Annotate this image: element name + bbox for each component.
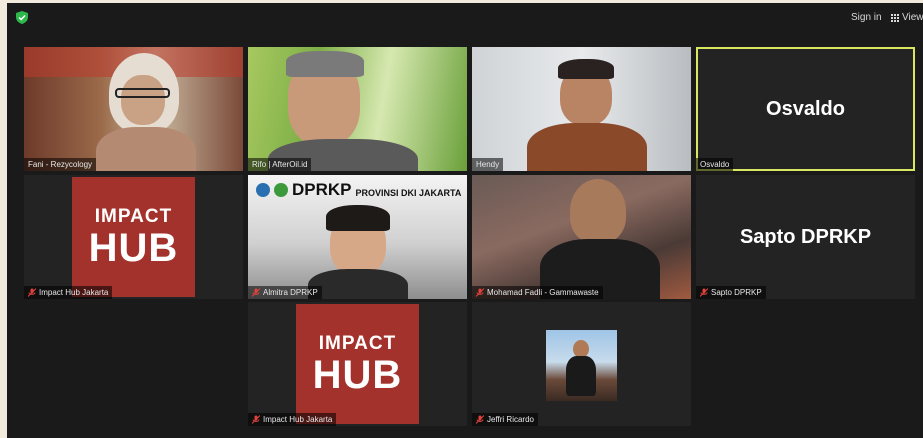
- participant-display-name: Sapto DPRKP: [739, 225, 872, 248]
- participant-name-label: Impact Hub Jakarta: [248, 413, 337, 426]
- video-tile-rifo[interactable]: Rifo | AfterOil.id: [248, 47, 467, 171]
- participant-name-label: Sapto DPRKP: [696, 286, 766, 299]
- participant-name-label: Osvaldo: [696, 158, 734, 171]
- participant-name-label: Hendy: [472, 158, 504, 171]
- dprkp-banner: DPRKP PROVINSI DKI JAKARTA: [248, 177, 467, 203]
- video-tile-osvaldo[interactable]: Osvaldo Osvaldo: [696, 47, 915, 171]
- profile-picture: [546, 330, 617, 401]
- jakarta-emblem-icon: [256, 183, 270, 197]
- shield-check-icon[interactable]: [16, 11, 28, 24]
- glasses: [115, 88, 170, 98]
- participant-silhouette: [570, 179, 626, 243]
- impact-hub-logo: IMPACT HUB: [72, 177, 195, 297]
- video-tile-impact-hub-2[interactable]: IMPACT HUB Impact Hub Jakarta: [248, 302, 467, 426]
- participant-name-label: Rifo | AfterOil.id: [248, 158, 312, 171]
- participant-display-name: Osvaldo: [766, 97, 845, 120]
- video-tile-fadli[interactable]: Mohamad Fadli - Gammawaste: [472, 175, 691, 299]
- sign-in-link[interactable]: Sign in: [851, 12, 882, 23]
- participant-name-label: Impact Hub Jakarta: [24, 286, 113, 299]
- dprkp-emblem-icon: [274, 183, 288, 197]
- impact-hub-logo: IMPACT HUB: [296, 304, 419, 424]
- grid-view-icon: [891, 13, 899, 22]
- participant-name-label: Jeffri Ricardo: [472, 413, 538, 426]
- muted-mic-icon: [476, 288, 484, 297]
- video-tile-fani[interactable]: Fani - Rezycology: [24, 47, 243, 171]
- meeting-window: Sign in View Fani - Rezycology Rifo | Af…: [7, 3, 923, 438]
- muted-mic-icon: [476, 415, 484, 424]
- video-tile-sapto[interactable]: Sapto DPRKP Sapto DPRKP: [696, 175, 915, 299]
- participant-name-label: Almitra DPRKP: [248, 286, 322, 299]
- muted-mic-icon: [252, 415, 260, 424]
- muted-mic-icon: [700, 288, 708, 297]
- video-tile-hendy[interactable]: Hendy: [472, 47, 691, 171]
- participant-name-label: Mohamad Fadli - Gammawaste: [472, 286, 603, 299]
- muted-mic-icon: [28, 288, 36, 297]
- bottom-toolbar: [7, 430, 923, 438]
- participant-name-label: Fani - Rezycology: [24, 158, 97, 171]
- video-tile-impact-hub-1[interactable]: IMPACT HUB Impact Hub Jakarta: [24, 175, 243, 299]
- top-bar: Sign in View: [7, 3, 923, 31]
- video-tile-jeffri[interactable]: Jeffri Ricardo: [472, 302, 691, 426]
- muted-mic-icon: [252, 288, 260, 297]
- video-tile-almitra[interactable]: DPRKP PROVINSI DKI JAKARTA Almitra DPRKP: [248, 175, 467, 299]
- view-button[interactable]: View: [891, 12, 923, 23]
- view-label: View: [902, 12, 923, 23]
